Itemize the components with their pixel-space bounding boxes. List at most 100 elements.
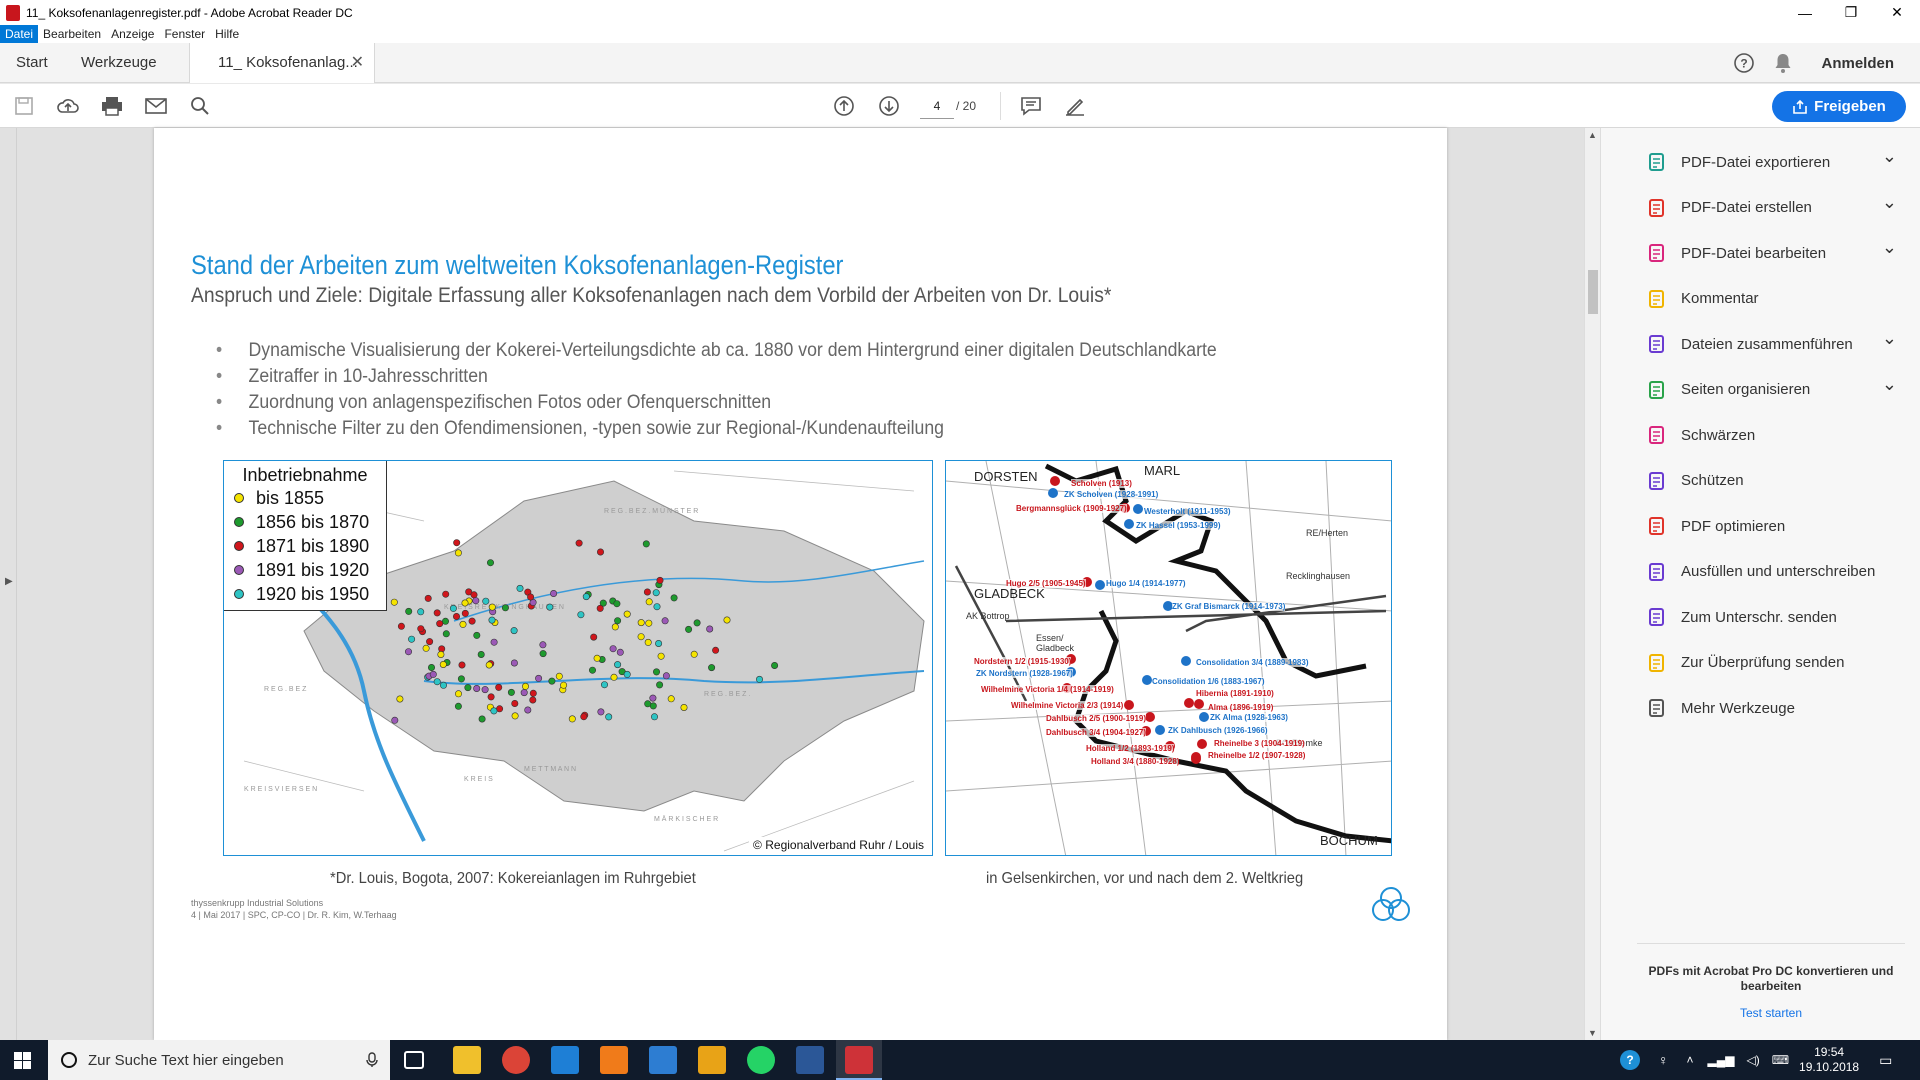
taskbar-search[interactable]: Zur Suche Text hier eingeben [48, 1040, 390, 1080]
vertical-scrollbar[interactable]: ▲ ▼ [1584, 128, 1600, 1040]
chevron-down-icon[interactable]: ⌄ [1882, 328, 1897, 349]
coking-plant-dot [637, 633, 645, 641]
help-tray-icon[interactable]: ? [1620, 1050, 1640, 1070]
internet-explorer-icon[interactable] [649, 1046, 677, 1074]
next-page-icon[interactable] [875, 92, 903, 120]
chrome-icon[interactable] [502, 1046, 530, 1074]
coking-plant-dot [539, 641, 547, 649]
network-icon[interactable]: ▂▄▆ [1708, 1053, 1735, 1067]
tool-optimize-pdf[interactable]: PDF optimieren [1645, 508, 1915, 544]
tool-more-tools[interactable]: Mehr Werkzeuge [1645, 690, 1915, 726]
close-tab-icon[interactable]: ✕ [351, 43, 364, 83]
whatsapp-icon[interactable] [747, 1046, 775, 1074]
tool-comment[interactable]: Kommentar [1645, 281, 1915, 317]
microphone-icon[interactable] [366, 1052, 378, 1068]
tools-pane: PDF-Datei exportieren ⌄ PDF-Datei erstelle… [1600, 128, 1920, 1040]
scroll-up-icon[interactable]: ▲ [1588, 130, 1597, 140]
scrollbar-thumb[interactable] [1588, 270, 1598, 314]
tab-tools[interactable]: Werkzeuge [81, 43, 157, 83]
menu-hilfe[interactable]: Hilfe [210, 25, 244, 43]
notifications-bell-icon[interactable] [1773, 52, 1793, 74]
menu-fenster[interactable]: Fenster [159, 25, 210, 43]
notification-center-icon[interactable]: ▭ [1879, 1052, 1892, 1069]
file-explorer-icon[interactable] [453, 1046, 481, 1074]
media-player-icon[interactable] [600, 1046, 628, 1074]
volume-icon[interactable]: ◁) [1746, 1053, 1759, 1067]
close-button[interactable]: ✕ [1874, 0, 1920, 25]
tool-create-pdf[interactable]: PDF-Datei erstellen ⌄ [1645, 190, 1915, 226]
tool-combine-files[interactable]: Dateien zusammenführen ⌄ [1645, 326, 1915, 362]
coking-plant-dot [417, 625, 425, 633]
legend-row: 1856 bis 1870 [224, 510, 386, 534]
page-number-input[interactable]: 4 [920, 93, 954, 119]
coking-plant-dot [510, 627, 518, 635]
legend-dot-green [234, 517, 244, 527]
save-icon[interactable] [10, 92, 38, 120]
tool-send-review[interactable]: Zur Überprüfung senden [1645, 645, 1915, 681]
chevron-down-icon[interactable]: ⌄ [1882, 192, 1897, 213]
minimize-button[interactable]: — [1782, 0, 1828, 25]
coking-plant-dot [693, 619, 701, 627]
coking-plant-dot [755, 675, 763, 683]
legend-dot-cyan [234, 589, 244, 599]
people-icon[interactable]: ♀ [1658, 1052, 1669, 1068]
coking-plant-dot [440, 681, 448, 689]
windows-start-icon[interactable] [14, 1052, 31, 1069]
edge-icon[interactable] [551, 1046, 579, 1074]
show-hidden-icons-icon[interactable]: ˄ [1687, 1053, 1694, 1067]
coking-plant-dot [442, 590, 450, 598]
menu-anzeige[interactable]: Anzeige [106, 25, 159, 43]
search-icon[interactable] [186, 92, 214, 120]
draw-pen-icon[interactable] [1061, 92, 1089, 120]
tool-send-signature[interactable]: Zum Unterschr. senden [1645, 599, 1915, 635]
sign-in-button[interactable]: Anmelden [1821, 55, 1894, 72]
tool-export-pdf[interactable]: PDF-Datei exportieren ⌄ [1645, 144, 1915, 180]
start-trial-link[interactable]: Test starten [1637, 1006, 1905, 1020]
more-tools-icon [1645, 696, 1669, 720]
maximize-button[interactable]: ❐ [1828, 0, 1874, 25]
comment-tool-icon[interactable] [1017, 92, 1045, 120]
coking-plant-dot [680, 704, 688, 712]
coking-plant-dot [488, 616, 496, 624]
left-navigation-collapse[interactable]: ▶ [0, 128, 17, 1040]
edit-pdf-icon [1645, 241, 1669, 265]
tab-document[interactable]: 11_ Koksofenanlag... ✕ [189, 43, 375, 83]
tool-label: Zur Überprüfung senden [1681, 654, 1845, 671]
menu-bearbeiten[interactable]: Bearbeiten [38, 25, 106, 43]
coking-plant-dot [461, 599, 469, 607]
menu-datei[interactable]: Datei [0, 25, 39, 43]
tool-edit-pdf[interactable]: PDF-Datei bearbeiten ⌄ [1645, 235, 1915, 271]
word-icon[interactable] [796, 1046, 824, 1074]
share-button[interactable]: Freigeben [1772, 91, 1906, 122]
tool-protect[interactable]: Schützen [1645, 463, 1915, 499]
task-view-icon[interactable] [404, 1051, 424, 1069]
email-icon[interactable] [142, 92, 170, 120]
clock[interactable]: 19:54 19.10.2018 [1799, 1045, 1859, 1075]
tool-organize-pages[interactable]: Seiten organisieren ⌄ [1645, 372, 1915, 408]
keyboard-icon[interactable]: ⌨ [1772, 1053, 1789, 1067]
expand-left-pane-icon[interactable]: ▶ [5, 576, 13, 587]
coking-plant-dot [478, 715, 486, 723]
cloud-upload-icon[interactable] [54, 92, 82, 120]
help-icon[interactable]: ? [1733, 52, 1755, 74]
outlook-icon[interactable] [698, 1046, 726, 1074]
coking-plant-dot [495, 683, 503, 691]
map-legend: Inbetriebnahme bis 1855 1856 bis 1870 18… [224, 461, 387, 611]
plant-label-prewar: Rheinelbe 3 (1904-1919) [1214, 739, 1305, 748]
plant-marker-postwar [1048, 488, 1058, 498]
chevron-down-icon[interactable]: ⌄ [1882, 374, 1897, 395]
coking-plant-dot [453, 613, 461, 621]
scroll-down-icon[interactable]: ▼ [1588, 1028, 1597, 1038]
tool-redact[interactable]: Schwärzen [1645, 417, 1915, 453]
chevron-down-icon[interactable]: ⌄ [1882, 146, 1897, 167]
coking-plant-dot [511, 712, 519, 720]
slide-subtitle: Anspruch und Ziele: Digitale Erfassung a… [191, 284, 1112, 307]
print-icon[interactable] [98, 92, 126, 120]
tool-fill-sign[interactable]: Ausfüllen und unterschreiben [1645, 554, 1915, 590]
coking-plant-dot [527, 593, 535, 601]
tab-start[interactable]: Start [16, 43, 48, 83]
chevron-down-icon[interactable]: ⌄ [1882, 237, 1897, 258]
coking-plant-dot [516, 584, 524, 592]
previous-page-icon[interactable] [830, 92, 858, 120]
document-viewer[interactable]: ▶ Stand der Arbeiten zum weltweiten Koks… [0, 128, 1600, 1040]
